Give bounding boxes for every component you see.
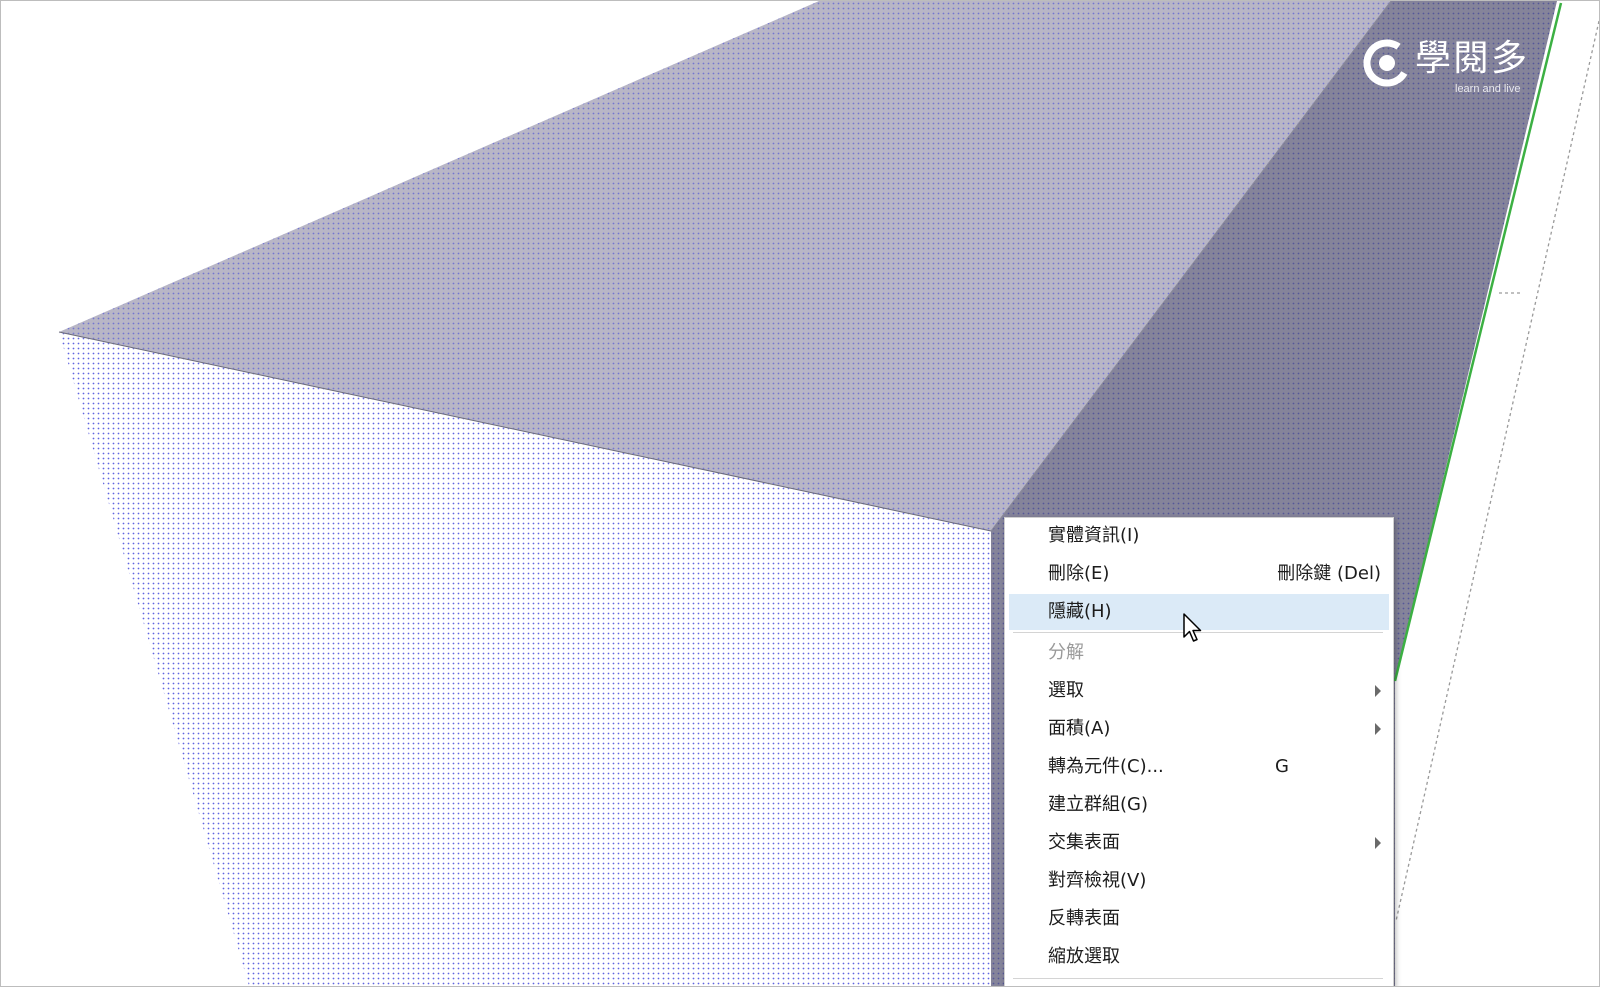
menu-item-entity-info[interactable]: 實體資訊(I) [1009, 518, 1389, 554]
logo-brand-text: 學閱多 [1415, 38, 1530, 79]
submenu-arrow-icon [1375, 685, 1381, 697]
menu-item-label: 對齊檢視(V) [1048, 870, 1147, 891]
menu-item-label: 選取 [1048, 680, 1084, 701]
menu-item-select[interactable]: 選取 [1009, 673, 1389, 709]
menu-item-label: 交集表面 [1048, 832, 1120, 853]
menu-item-label: 分解 [1048, 642, 1084, 663]
menu-item-label: 轉為元件(C)... [1048, 756, 1164, 777]
menu-item-zoom-selection[interactable]: 縮放選取 [1009, 939, 1389, 975]
menu-item-reverse-faces[interactable]: 反轉表面 [1009, 901, 1389, 937]
submenu-arrow-icon [1375, 837, 1381, 849]
menu-item-area[interactable]: 面積(A) [1009, 711, 1389, 747]
menu-item-make-group[interactable]: 建立群組(G) [1009, 787, 1389, 823]
menu-item-align-view[interactable]: 對齊檢視(V) [1009, 863, 1389, 899]
menu-item-label: 反轉表面 [1048, 908, 1120, 929]
menu-item-label: 刪除(E) [1048, 563, 1110, 584]
menu-item-make-component[interactable]: 轉為元件(C)... G [1009, 749, 1389, 785]
mouse-pointer-icon [1183, 613, 1202, 642]
menu-item-erase[interactable]: 刪除(E) 刪除鍵 (Del) [1009, 556, 1389, 592]
menu-item-shortcut: G [1275, 756, 1289, 777]
menu-item-label: 縮放選取 [1048, 946, 1120, 967]
menu-item-label: 隱藏(H) [1048, 601, 1112, 622]
sketchup-window: 學閱多 learn and live 實體資訊(I) 刪除(E) 刪除鍵 (De… [0, 0, 1600, 987]
menu-item-shortcut: 刪除鍵 (Del) [1277, 563, 1381, 584]
menu-item-label: 實體資訊(I) [1048, 525, 1140, 546]
logo-tagline: learn and live [1455, 83, 1521, 95]
menu-item-label: 面積(A) [1048, 718, 1111, 739]
menu-separator [1013, 978, 1383, 979]
submenu-arrow-icon [1375, 723, 1381, 735]
menu-item-label: 建立群組(G) [1048, 794, 1148, 815]
logo-icon [1363, 39, 1411, 87]
watermark-logo: 學閱多 learn and live [1359, 33, 1549, 99]
menu-item-intersect-faces[interactable]: 交集表面 [1009, 825, 1389, 861]
context-menu: 實體資訊(I) 刪除(E) 刪除鍵 (Del) 隱藏(H) 分解 選取 面積(A… [1004, 517, 1394, 986]
